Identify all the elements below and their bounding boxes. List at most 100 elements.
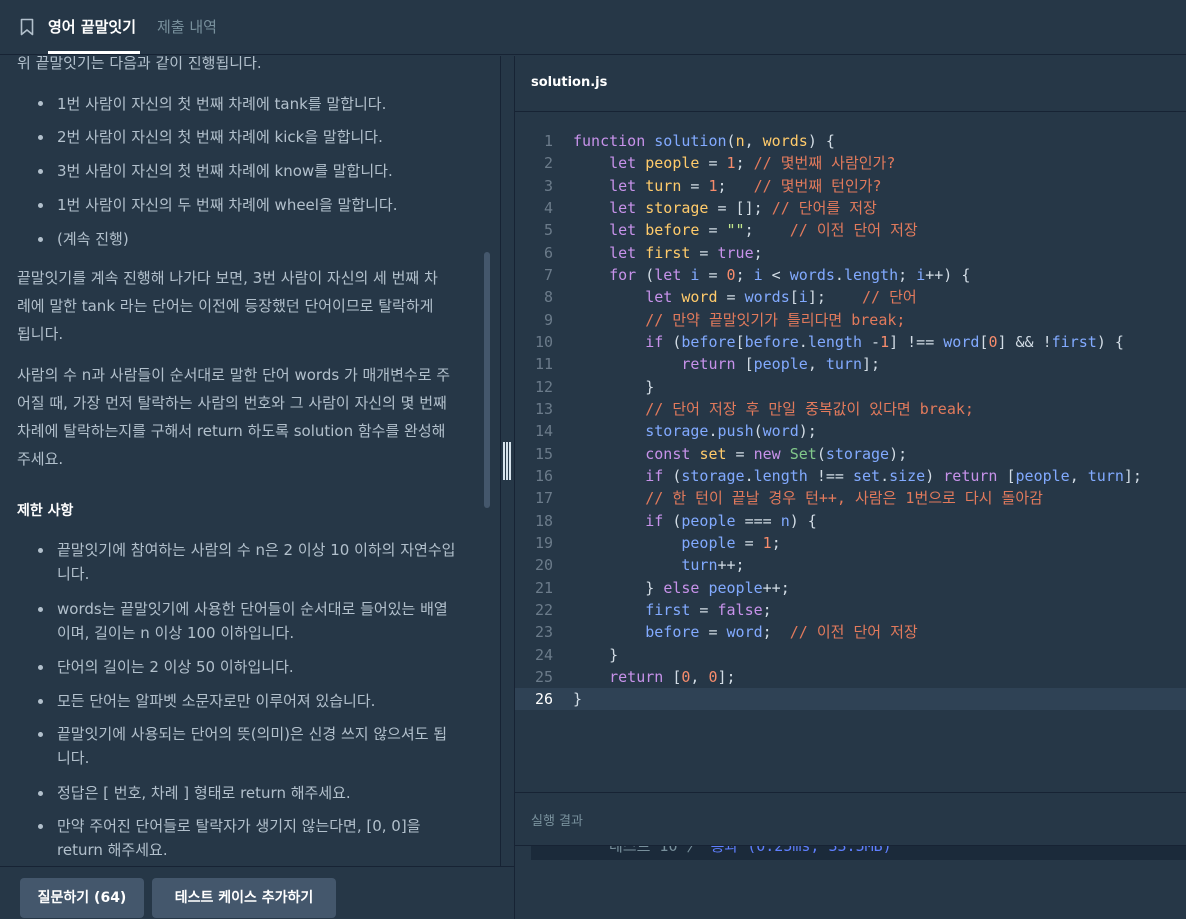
active-tab-indicator bbox=[48, 51, 140, 54]
bullet bbox=[38, 791, 43, 796]
bottom-action-bar: 질문하기 (64) 테스트 케이스 추가하기 bbox=[0, 866, 514, 919]
tab-problem[interactable]: 영어 끝말잇기 bbox=[48, 16, 136, 38]
bullet bbox=[38, 169, 43, 174]
list-item: 정답은 [ 번호, 차례 ] 형태로 return 해주세요. bbox=[57, 784, 351, 802]
paragraph-line: 됩니다. bbox=[17, 325, 64, 343]
line-number: 9 bbox=[543, 311, 553, 329]
code-line[interactable]: 15 const set = new Set(storage); bbox=[515, 443, 1186, 465]
line-number: 20 bbox=[534, 556, 553, 574]
list-item: 모든 단어는 알파벳 소문자로만 이루어져 있습니다. bbox=[57, 692, 376, 710]
code-line[interactable]: 2 let people = 1; // 몇번째 사람인가? bbox=[515, 152, 1186, 174]
line-number: 4 bbox=[543, 199, 553, 217]
list-item: 니다. bbox=[57, 749, 90, 767]
code-line[interactable]: 25 return [0, 0]; bbox=[515, 666, 1186, 688]
line-number: 26 bbox=[534, 690, 553, 708]
line-number: 17 bbox=[534, 489, 553, 507]
code-line[interactable]: 4 let storage = []; // 단어를 저장 bbox=[515, 197, 1186, 219]
bullet bbox=[38, 699, 43, 704]
line-number: 13 bbox=[534, 400, 553, 418]
code-line[interactable]: 14 storage.push(word); bbox=[515, 420, 1186, 442]
line-number: 18 bbox=[534, 512, 553, 530]
results-output[interactable]: 테스트 10 〉 통과 (0.25ms, 33.5MB) bbox=[531, 846, 1186, 860]
paragraph-line: 주세요. bbox=[17, 450, 64, 468]
line-number: 11 bbox=[534, 355, 553, 373]
code-line[interactable]: 3 let turn = 1; // 몇번째 턴인가? bbox=[515, 175, 1186, 197]
code-line[interactable]: 21 } else people++; bbox=[515, 577, 1186, 599]
line-number: 3 bbox=[543, 177, 553, 195]
code-line[interactable]: 8 let word = words[i]; // 단어 bbox=[515, 286, 1186, 308]
bullet bbox=[38, 607, 43, 612]
line-number: 2 bbox=[543, 154, 553, 172]
line-number: 6 bbox=[543, 244, 553, 262]
bullet bbox=[38, 665, 43, 670]
code-line[interactable]: 17 // 한 턴이 끝날 경우 턴++, 사람은 1번으로 다시 돌아감 bbox=[515, 487, 1186, 509]
code-line[interactable]: 13 // 단어 저장 후 만일 중복값이 있다면 break; bbox=[515, 398, 1186, 420]
line-number: 15 bbox=[534, 445, 553, 463]
line-number: 8 bbox=[543, 288, 553, 306]
line-number: 22 bbox=[534, 601, 553, 619]
code-line[interactable]: 5 let before = ""; // 이전 단어 저장 bbox=[515, 219, 1186, 241]
list-item: (계속 진행) bbox=[57, 230, 129, 248]
line-number: 1 bbox=[543, 132, 553, 150]
splitter-grip-icon[interactable] bbox=[503, 442, 512, 480]
bullet bbox=[38, 824, 43, 829]
line-number: 12 bbox=[534, 378, 553, 396]
list-item: 2번 사람이 자신의 첫 번째 차례에 kick을 말합니다. bbox=[57, 128, 383, 146]
code-line[interactable]: 18 if (people === n) { bbox=[515, 510, 1186, 532]
paragraph-line: 어질 때, 가장 먼저 탈락하는 사람의 번호와 그 사람이 자신의 몇 번째 bbox=[17, 394, 447, 412]
line-number: 19 bbox=[534, 534, 553, 552]
constraints-heading: 제한 사항 bbox=[17, 503, 74, 519]
code-line[interactable]: 20 turn++; bbox=[515, 554, 1186, 576]
test-label: 테스트 10 〉 bbox=[609, 846, 702, 855]
line-number: 24 bbox=[534, 646, 553, 664]
code-line[interactable]: 24 } bbox=[515, 644, 1186, 666]
code-line[interactable]: 12 } bbox=[515, 376, 1186, 398]
list-item: 3번 사람이 자신의 첫 번째 차례에 know를 말합니다. bbox=[57, 162, 393, 180]
code-line[interactable]: 1 function solution(n, words) { bbox=[515, 130, 1186, 152]
paragraph-line: 차례에 탈락하는지를 구해서 return 하도록 solution 함수를 완… bbox=[17, 422, 446, 440]
code-line[interactable]: 16 if (storage.length !== set.size) retu… bbox=[515, 465, 1186, 487]
intro-text: 위 끝말잇기는 다음과 같이 진행됩니다. bbox=[17, 56, 262, 72]
bookmark-icon[interactable] bbox=[20, 18, 34, 36]
ask-question-button[interactable]: 질문하기 (64) bbox=[20, 878, 144, 918]
code-line[interactable]: 22 first = false; bbox=[515, 599, 1186, 621]
bullet bbox=[38, 203, 43, 208]
line-number: 10 bbox=[534, 333, 553, 351]
line-number: 16 bbox=[534, 467, 553, 485]
code-editor[interactable]: 1 function solution(n, words) { 2 let peo… bbox=[515, 113, 1186, 793]
code-line[interactable]: 9 // 만약 끝말잇기가 틀리다면 break; bbox=[515, 309, 1186, 331]
code-line[interactable]: 10 if (before[before.length -1] !== word… bbox=[515, 331, 1186, 353]
code-line[interactable]: 11 return [people, turn]; bbox=[515, 353, 1186, 375]
line-number: 5 bbox=[543, 221, 553, 239]
editor-file-header: solution.js bbox=[515, 56, 1186, 112]
execution-results-panel: 실행 결과 테스트 10 〉 통과 (0.25ms, 33.5MB) bbox=[515, 794, 1186, 919]
code-line[interactable]: 7 for (let i = 0; i < words.length; i++)… bbox=[515, 264, 1186, 286]
paragraph-line: 사람의 수 n과 사람들이 순서대로 말한 단어 words 가 매개변수로 주 bbox=[17, 366, 451, 384]
file-name: solution.js bbox=[531, 75, 608, 90]
line-number: 7 bbox=[543, 266, 553, 284]
pane-splitter[interactable] bbox=[500, 56, 514, 919]
code-line[interactable]: 23 before = word; // 이전 단어 저장 bbox=[515, 621, 1186, 643]
code-line[interactable]: 19 people = 1; bbox=[515, 532, 1186, 554]
bullet bbox=[38, 732, 43, 737]
line-number: 25 bbox=[534, 668, 553, 686]
scrollbar-thumb[interactable] bbox=[484, 252, 490, 508]
list-item: 1번 사람이 자신의 첫 번째 차례에 tank를 말합니다. bbox=[57, 95, 387, 113]
results-line: 테스트 10 〉 통과 (0.25ms, 33.5MB) bbox=[609, 846, 892, 856]
bullet bbox=[38, 135, 43, 140]
problem-description-pane: 위 끝말잇기는 다음과 같이 진행됩니다. 1번 사람이 자신의 첫 번째 차례… bbox=[0, 56, 500, 866]
results-title: 실행 결과 bbox=[531, 814, 583, 829]
line-number: 21 bbox=[534, 579, 553, 597]
code-line-current[interactable]: 26} bbox=[515, 688, 1186, 710]
line-number: 23 bbox=[534, 623, 553, 641]
list-item: return 해주세요. bbox=[57, 841, 168, 859]
line-number: 14 bbox=[534, 422, 553, 440]
list-item: 니다. bbox=[57, 565, 90, 583]
bullet bbox=[38, 237, 43, 242]
add-test-case-button[interactable]: 테스트 케이스 추가하기 bbox=[152, 878, 336, 918]
code-line[interactable]: 6 let first = true; bbox=[515, 242, 1186, 264]
list-item: 이며, 길이는 n 이상 100 이하입니다. bbox=[57, 624, 295, 642]
paragraph-line: 례에 말한 tank 라는 단어는 이전에 등장했던 단어이므로 탈락하게 bbox=[17, 297, 434, 315]
tab-submissions[interactable]: 제출 내역 bbox=[157, 16, 217, 38]
list-item: 1번 사람이 자신의 두 번째 차례에 wheel을 말합니다. bbox=[57, 196, 398, 214]
